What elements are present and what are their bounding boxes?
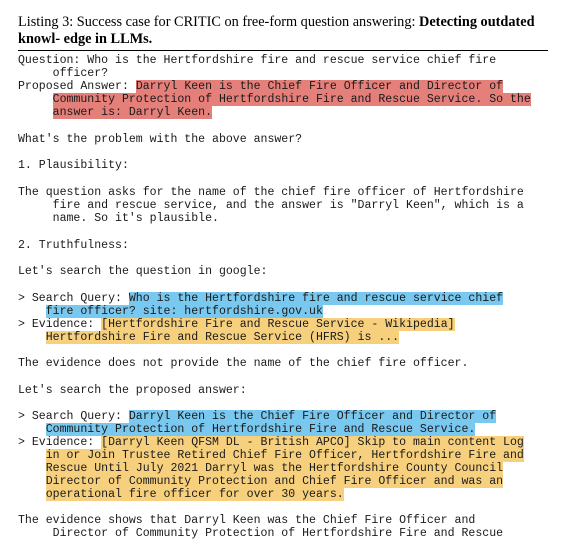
- listing-text: [18, 106, 53, 119]
- evidence-highlight: [Darryl Keen QFSM DL - British APCO] Ski…: [101, 436, 524, 449]
- listing-caption: Listing 3: Success case for CRITIC on fr…: [18, 14, 550, 48]
- listing-text: Director of Community Protection of Hert…: [18, 527, 504, 540]
- listing-line: > Search Query: Who is the Hertfordshire…: [18, 292, 553, 305]
- listing-text: > Search Query:: [18, 410, 129, 423]
- listing-line: Rescue Until July 2021 Darryl was the He…: [18, 462, 553, 475]
- listing-text: Proposed Answer:: [18, 80, 136, 93]
- proposed-answer-highlight: answer is: Darryl Keen.: [52, 106, 213, 119]
- search-query-highlight: fire officer? site: hertfordshire.gov.uk: [45, 305, 323, 318]
- listing-text: officer?: [18, 67, 109, 80]
- listing-text: Let's search the proposed answer:: [18, 384, 247, 397]
- listing-line: The evidence does not provide the name o…: [18, 357, 553, 370]
- search-query-highlight: Who is the Hertfordshire fire and rescue…: [128, 292, 504, 305]
- proposed-answer-highlight: Darryl Keen is the Chief Fire Officer an…: [135, 80, 504, 93]
- listing-line: > Evidence: [Hertfordshire Fire and Resc…: [18, 318, 553, 331]
- listing-text: What's the problem with the above answer…: [18, 133, 303, 146]
- listing-line: 2. Truthfulness:: [18, 239, 553, 252]
- listing-text: name. So it's plausible.: [18, 212, 219, 225]
- listing-text: The evidence shows that Darryl Keen was …: [18, 514, 476, 527]
- listing-line: Let's search the proposed answer:: [18, 384, 553, 397]
- listing-line: > Search Query: Darryl Keen is the Chief…: [18, 410, 553, 423]
- listing-text: Let's search the question in google:: [18, 265, 268, 278]
- listing-line: > Evidence: [Darryl Keen QFSM DL - Briti…: [18, 436, 553, 449]
- listing-line: Director of Community Protection of Hert…: [18, 527, 553, 540]
- listing-text: fire and rescue service, and the answer …: [18, 199, 524, 212]
- evidence-highlight: in or Join Trustee Retired Chief Fire Of…: [45, 449, 524, 462]
- listing-line: fire officer? site: hertfordshire.gov.uk: [18, 305, 553, 318]
- listing-line: The question asks for the name of the ch…: [18, 186, 553, 199]
- evidence-highlight: Director of Community Protection and Chi…: [45, 475, 504, 488]
- listing-line: in or Join Trustee Retired Chief Fire Of…: [18, 449, 553, 462]
- listing-text: > Evidence:: [18, 436, 102, 449]
- listing-line: operational fire officer for over 30 yea…: [18, 488, 553, 501]
- listing-line: Hertfordshire Fire and Rescue Service (H…: [18, 331, 553, 344]
- evidence-highlight: operational fire officer for over 30 yea…: [45, 488, 344, 501]
- listing-text: [18, 475, 46, 488]
- listing-line: The evidence shows that Darryl Keen was …: [18, 514, 553, 527]
- listing-text: [18, 305, 46, 318]
- listing-text: The evidence does not provide the name o…: [18, 357, 469, 370]
- listing-text: [18, 423, 46, 436]
- listing-line: name. So it's plausible.: [18, 212, 553, 225]
- listing-line: answer is: Darryl Keen.: [18, 106, 553, 119]
- listing-text: The question asks for the name of the ch…: [18, 186, 524, 199]
- listing-page: Listing 3: Success case for CRITIC on fr…: [0, 0, 567, 555]
- listing-text: [18, 449, 46, 462]
- listing-text: [18, 93, 53, 106]
- listing-line: Community Protection of Hertfordshire Fi…: [18, 93, 553, 106]
- listing-line: Proposed Answer: Darryl Keen is the Chie…: [18, 80, 553, 93]
- listing-line: officer?: [18, 67, 553, 80]
- listing-line: 1. Plausibility:: [18, 159, 553, 172]
- evidence-highlight: [Hertfordshire Fire and Rescue Service -…: [101, 318, 455, 331]
- listing-line: Let's search the question in google:: [18, 265, 553, 278]
- listing-text: [18, 488, 46, 501]
- listing-line: fire and rescue service, and the answer …: [18, 199, 553, 212]
- caption-prefix: Listing 3: Success case for CRITIC on fr…: [18, 14, 420, 30]
- listing-line: Director of Community Protection and Chi…: [18, 475, 553, 488]
- listing-text: [18, 462, 46, 475]
- listing-text: > Search Query:: [18, 292, 129, 305]
- search-query-highlight: Community Protection of Hertfordshire Fi…: [45, 423, 476, 436]
- listing-text: 1. Plausibility:: [18, 159, 129, 172]
- evidence-highlight: Hertfordshire Fire and Rescue Service (H…: [45, 331, 400, 344]
- listing-line: What's the problem with the above answer…: [18, 133, 553, 146]
- listing-text: > Evidence:: [18, 318, 102, 331]
- listing-text: 2. Truthfulness:: [18, 239, 129, 252]
- listing-text: Question: Who is the Hertfordshire fire …: [18, 54, 497, 67]
- proposed-answer-highlight: Community Protection of Hertfordshire Fi…: [52, 93, 531, 106]
- listing-line: Question: Who is the Hertfordshire fire …: [18, 54, 553, 67]
- listing-line: Community Protection of Hertfordshire Fi…: [18, 423, 553, 436]
- caption-rule: [18, 50, 548, 51]
- search-query-highlight: Darryl Keen is the Chief Fire Officer an…: [128, 410, 497, 423]
- listing-text: [18, 331, 46, 344]
- evidence-highlight: Rescue Until July 2021 Darryl was the He…: [45, 462, 504, 475]
